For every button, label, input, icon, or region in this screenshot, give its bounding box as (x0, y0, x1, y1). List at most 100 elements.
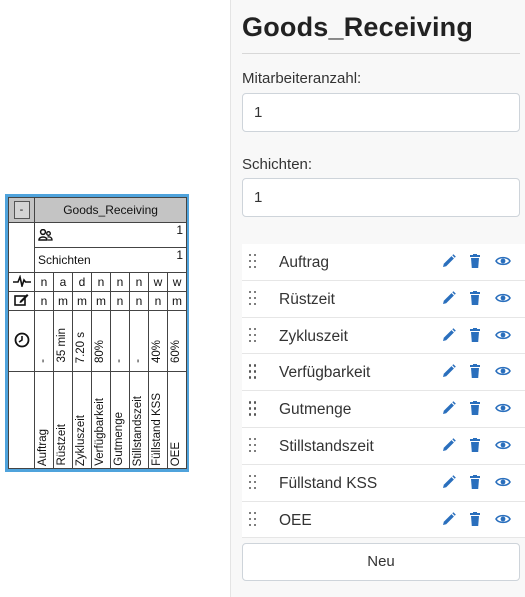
r2-cell: n (148, 291, 168, 311)
r1-cell: n (34, 272, 54, 292)
drag-dot (249, 302, 252, 306)
drag-handle-icon[interactable] (249, 437, 257, 453)
shifts-value: 1 (176, 248, 184, 263)
drag-dot (249, 407, 252, 410)
edit-icon[interactable] (441, 437, 457, 453)
label-text: Rüstzeit (56, 424, 68, 466)
workers-input[interactable]: 1 (242, 93, 520, 132)
edit-icon[interactable] (441, 327, 457, 343)
label-text: OEE (170, 441, 182, 466)
trash-icon[interactable] (467, 253, 483, 269)
drag-handle-icon[interactable] (249, 511, 257, 527)
eye-icon[interactable] (495, 253, 511, 269)
drag-dot (249, 266, 252, 269)
drag-dot (249, 376, 252, 379)
drag-dot (254, 302, 257, 306)
drag-handle-icon[interactable] (249, 253, 257, 269)
eye-icon[interactable] (495, 437, 511, 453)
value-cell: 35 min (53, 310, 73, 372)
r2-cell: m (166, 291, 188, 311)
workers-value: 1 (176, 223, 184, 238)
attribute-label: Füllstand KSS (279, 474, 378, 492)
attribute-item[interactable]: Rüstzeit (242, 280, 525, 318)
collapse-button[interactable]: - (13, 201, 30, 219)
trash-icon[interactable] (467, 511, 483, 527)
drag-dot (249, 474, 252, 478)
drag-handle-icon[interactable] (249, 474, 257, 490)
trash-icon[interactable] (467, 400, 483, 416)
edit-note-icon-cell (8, 291, 35, 311)
value-wrap: 60% (169, 312, 186, 371)
attribute-item[interactable]: Füllstand KSS (242, 464, 525, 502)
drag-dot (254, 333, 257, 336)
eye-icon[interactable] (495, 363, 511, 379)
drag-handle-icon[interactable] (249, 327, 257, 343)
panel-title: Goods_Receiving (242, 12, 474, 42)
edit-icon[interactable] (441, 474, 457, 490)
label-wrap: Stillstandszeit (131, 373, 148, 468)
workers-row: 1 (33, 222, 188, 248)
label-blank-cell (8, 371, 35, 469)
people-icon (38, 228, 53, 241)
r2-cell: n (129, 291, 149, 311)
new-attribute-button[interactable]: Neu (242, 543, 520, 581)
attribute-label: Zykluszeit (279, 327, 348, 345)
drag-dot (249, 327, 252, 330)
eye-icon[interactable] (495, 290, 511, 306)
drag-dot (249, 401, 252, 404)
drag-dot (254, 370, 257, 373)
drag-handle-icon[interactable] (249, 363, 257, 379)
drag-dot (254, 517, 257, 520)
eye-icon[interactable] (495, 400, 511, 416)
attribute-label: Verfügbarkeit (279, 364, 371, 382)
r2-cell: n (110, 291, 130, 311)
shifts-input[interactable]: 1 (242, 178, 520, 217)
diagram-canvas[interactable]: - Goods_Receiving 1 Schichten 1 n a d n … (0, 0, 230, 597)
drag-handle-icon[interactable] (249, 400, 257, 416)
drag-dot (249, 480, 252, 484)
edit-icon[interactable] (441, 363, 457, 379)
r1-cell: n (129, 272, 149, 292)
edit-icon[interactable] (441, 400, 457, 416)
trash-icon[interactable] (467, 363, 483, 379)
trash-icon[interactable] (467, 290, 483, 306)
attribute-item[interactable]: Gutmenge (242, 391, 525, 428)
attribute-item[interactable]: Zykluszeit (242, 317, 525, 355)
value-cell: - (129, 310, 149, 372)
eye-icon[interactable] (495, 474, 511, 490)
trash-icon[interactable] (467, 474, 483, 490)
r2-cell: m (91, 291, 111, 311)
edit-icon[interactable] (441, 511, 457, 527)
value-wrap: 7.20 s (74, 312, 91, 371)
drag-handle-icon[interactable] (249, 290, 257, 306)
blank-cell (8, 222, 35, 273)
edit-icon[interactable] (441, 253, 457, 269)
attribute-label: OEE (279, 511, 312, 529)
r1-cell: n (110, 272, 130, 292)
drag-dot (249, 290, 252, 294)
drag-dot (254, 296, 257, 300)
trash-icon[interactable] (467, 437, 483, 453)
value-text: 7.20 s (75, 331, 87, 363)
attribute-item[interactable]: Auftrag (242, 244, 525, 281)
trash-icon[interactable] (467, 327, 483, 343)
label-wrap: Verfügbarkeit (93, 373, 110, 468)
attribute-label: Stillstandszeit (279, 437, 374, 455)
attribute-item[interactable]: OEE (242, 501, 525, 539)
drag-dot (249, 296, 252, 300)
edit-note-icon (14, 294, 29, 306)
attribute-item[interactable]: Stillstandszeit (242, 427, 525, 465)
r2-cell: m (72, 291, 92, 311)
value-wrap: - (112, 312, 129, 371)
value-wrap: - (36, 312, 53, 371)
label-text: Verfügbarkeit (94, 398, 106, 466)
eye-icon[interactable] (495, 511, 511, 527)
attribute-item[interactable]: Verfügbarkeit (242, 354, 525, 392)
process-box-table: - Goods_Receiving 1 Schichten 1 n a d n … (8, 197, 188, 469)
process-box[interactable]: - Goods_Receiving 1 Schichten 1 n a d n … (5, 194, 189, 472)
value-cell: - (110, 310, 130, 372)
collapse-cell[interactable]: - (8, 197, 35, 223)
edit-icon[interactable] (441, 290, 457, 306)
process-box-title: Goods_Receiving (33, 197, 188, 223)
eye-icon[interactable] (495, 327, 511, 343)
